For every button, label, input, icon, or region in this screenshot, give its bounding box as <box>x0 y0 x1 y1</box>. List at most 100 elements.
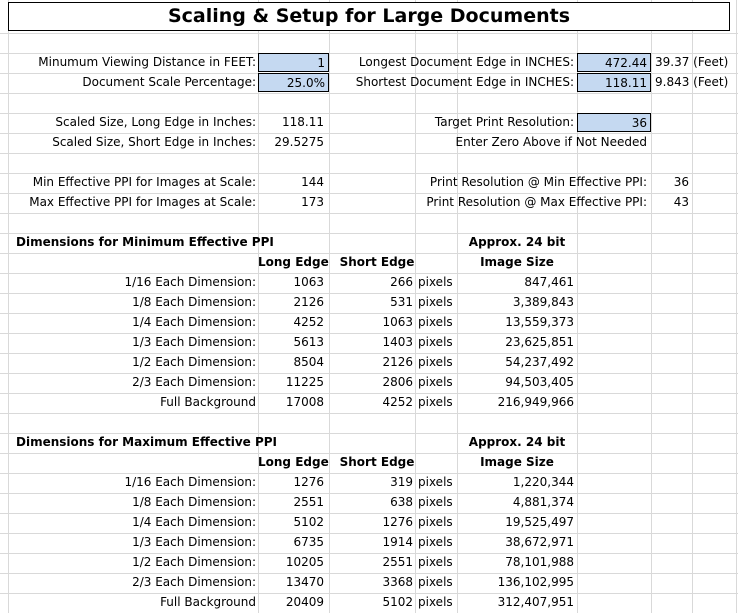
short-edge-value: 319 <box>390 475 413 489</box>
short-edge-value: 1276 <box>382 515 413 529</box>
min-ppi-label: Min Effective PPI for Images at Scale: <box>32 175 256 189</box>
image-size-value: 13,559,373 <box>505 315 574 329</box>
short-edge-input[interactable]: 118.11 <box>577 73 651 92</box>
short-edge-header: Short Edge <box>339 255 415 269</box>
short-edge-header: Short Edge <box>339 455 415 469</box>
pixels-unit: pixels <box>418 315 453 329</box>
target-resolution-label: Target Print Resolution: <box>434 115 574 129</box>
pixels-unit: pixels <box>418 295 453 309</box>
long-edge-label: Longest Document Edge in INCHES: <box>358 55 574 69</box>
row-label: 1/2 Each Dimension: <box>132 555 256 569</box>
long-edge-header: Long Edge <box>258 455 329 469</box>
row-label: 1/16 Each Dimension: <box>124 275 256 289</box>
short-edge-value: 531 <box>390 295 413 309</box>
print-max-label: Print Resolution @ Max Effective PPI: <box>426 195 647 209</box>
row-label: 2/3 Each Dimension: <box>132 575 256 589</box>
max-ppi-value: 173 <box>301 195 324 209</box>
long-edge-value: 5613 <box>293 335 324 349</box>
min-view-input[interactable]: 1 <box>258 53 329 72</box>
long-edge-value: 2551 <box>293 495 324 509</box>
short-edge-value: 3368 <box>382 575 413 589</box>
long-edge-value: 20409 <box>285 595 324 609</box>
pixels-unit: pixels <box>418 495 453 509</box>
long-edge-feet: 39.37 (Feet) <box>655 55 729 69</box>
target-note: Enter Zero Above if Not Needed <box>455 135 648 149</box>
row-label: 1/2 Each Dimension: <box>132 355 256 369</box>
short-edge-value: 1403 <box>382 335 413 349</box>
max-ppi-label: Max Effective PPI for Images at Scale: <box>29 195 256 209</box>
row-label: Full Background <box>160 395 256 409</box>
short-edge-label: Shortest Document Edge in INCHES: <box>355 75 574 89</box>
pixels-unit: pixels <box>418 595 453 609</box>
grid-column-line <box>651 0 652 613</box>
approx-header-line2: Image Size <box>480 455 554 469</box>
image-size-value: 1,220,344 <box>512 475 574 489</box>
print-max-value: 43 <box>673 195 689 209</box>
row-label: 1/3 Each Dimension: <box>132 335 256 349</box>
pixels-unit: pixels <box>418 575 453 589</box>
max-section-title: Dimensions for Maximum Effective PPI <box>16 435 278 449</box>
long-edge-value: 13470 <box>285 575 324 589</box>
min-view-label: Minumum Viewing Distance in FEET: <box>38 55 256 69</box>
long-edge-value: 1063 <box>293 275 324 289</box>
short-edge-value: 2806 <box>382 375 413 389</box>
pixels-unit: pixels <box>418 535 453 549</box>
scale-input[interactable]: 25.0% <box>258 73 329 92</box>
scaled-long-label: Scaled Size, Long Edge in Inches: <box>55 115 256 129</box>
pixels-unit: pixels <box>418 335 453 349</box>
long-edge-input[interactable]: 472.44 <box>577 53 651 72</box>
grid-row-line <box>0 93 738 94</box>
short-edge-value: 638 <box>390 495 413 509</box>
approx-header-line2: Image Size <box>480 255 554 269</box>
short-edge-value: 1914 <box>382 535 413 549</box>
target-resolution-input[interactable]: 36 <box>577 113 651 132</box>
image-size-value: 3,389,843 <box>512 295 574 309</box>
print-min-value: 36 <box>673 175 689 189</box>
short-edge-feet: 9.843 (Feet) <box>655 75 729 89</box>
short-edge-value: 4252 <box>382 395 413 409</box>
image-size-value: 78,101,988 <box>505 555 574 569</box>
long-edge-value: 6735 <box>293 535 324 549</box>
long-edge-value: 11225 <box>285 375 324 389</box>
long-edge-value: 1276 <box>293 475 324 489</box>
pixels-unit: pixels <box>418 275 453 289</box>
row-label: 1/4 Each Dimension: <box>132 315 256 329</box>
pixels-unit: pixels <box>418 555 453 569</box>
image-size-value: 312,407,951 <box>497 595 574 609</box>
print-min-label: Print Resolution @ Min Effective PPI: <box>429 175 647 189</box>
image-size-value: 38,672,971 <box>505 535 574 549</box>
short-edge-value: 2126 <box>382 355 413 369</box>
image-size-value: 847,461 <box>524 275 574 289</box>
row-label: 1/4 Each Dimension: <box>132 515 256 529</box>
pixels-unit: pixels <box>418 375 453 389</box>
scaled-short-value: 29.5275 <box>274 135 324 149</box>
min-section-title: Dimensions for Minimum Effective PPI <box>16 235 274 249</box>
long-edge-value: 10205 <box>285 555 324 569</box>
long-edge-value: 8504 <box>293 355 324 369</box>
long-edge-value: 17008 <box>285 395 324 409</box>
grid-row-line <box>0 33 738 34</box>
scaled-short-label: Scaled Size, Short Edge in Inches: <box>52 135 256 149</box>
grid-row-line <box>0 153 738 154</box>
row-label: 1/8 Each Dimension: <box>132 495 256 509</box>
short-edge-value: 1063 <box>382 315 413 329</box>
grid-row-line <box>0 413 738 414</box>
approx-header-line1: Approx. 24 bit <box>468 235 566 249</box>
long-edge-value: 4252 <box>293 315 324 329</box>
long-edge-value: 5102 <box>293 515 324 529</box>
image-size-value: 4,881,374 <box>512 495 574 509</box>
image-size-value: 19,525,497 <box>505 515 574 529</box>
image-size-value: 94,503,405 <box>505 375 574 389</box>
image-size-value: 216,949,966 <box>497 395 574 409</box>
short-edge-value: 2551 <box>382 555 413 569</box>
sheet-title: Scaling & Setup for Large Documents <box>8 2 730 31</box>
image-size-value: 54,237,492 <box>505 355 574 369</box>
pixels-unit: pixels <box>418 355 453 369</box>
scale-label: Document Scale Percentage: <box>82 75 256 89</box>
long-edge-value: 2126 <box>293 295 324 309</box>
image-size-value: 23,625,851 <box>505 335 574 349</box>
row-label: 1/3 Each Dimension: <box>132 535 256 549</box>
image-size-value: 136,102,995 <box>497 575 574 589</box>
pixels-unit: pixels <box>418 475 453 489</box>
approx-header-line1: Approx. 24 bit <box>468 435 566 449</box>
